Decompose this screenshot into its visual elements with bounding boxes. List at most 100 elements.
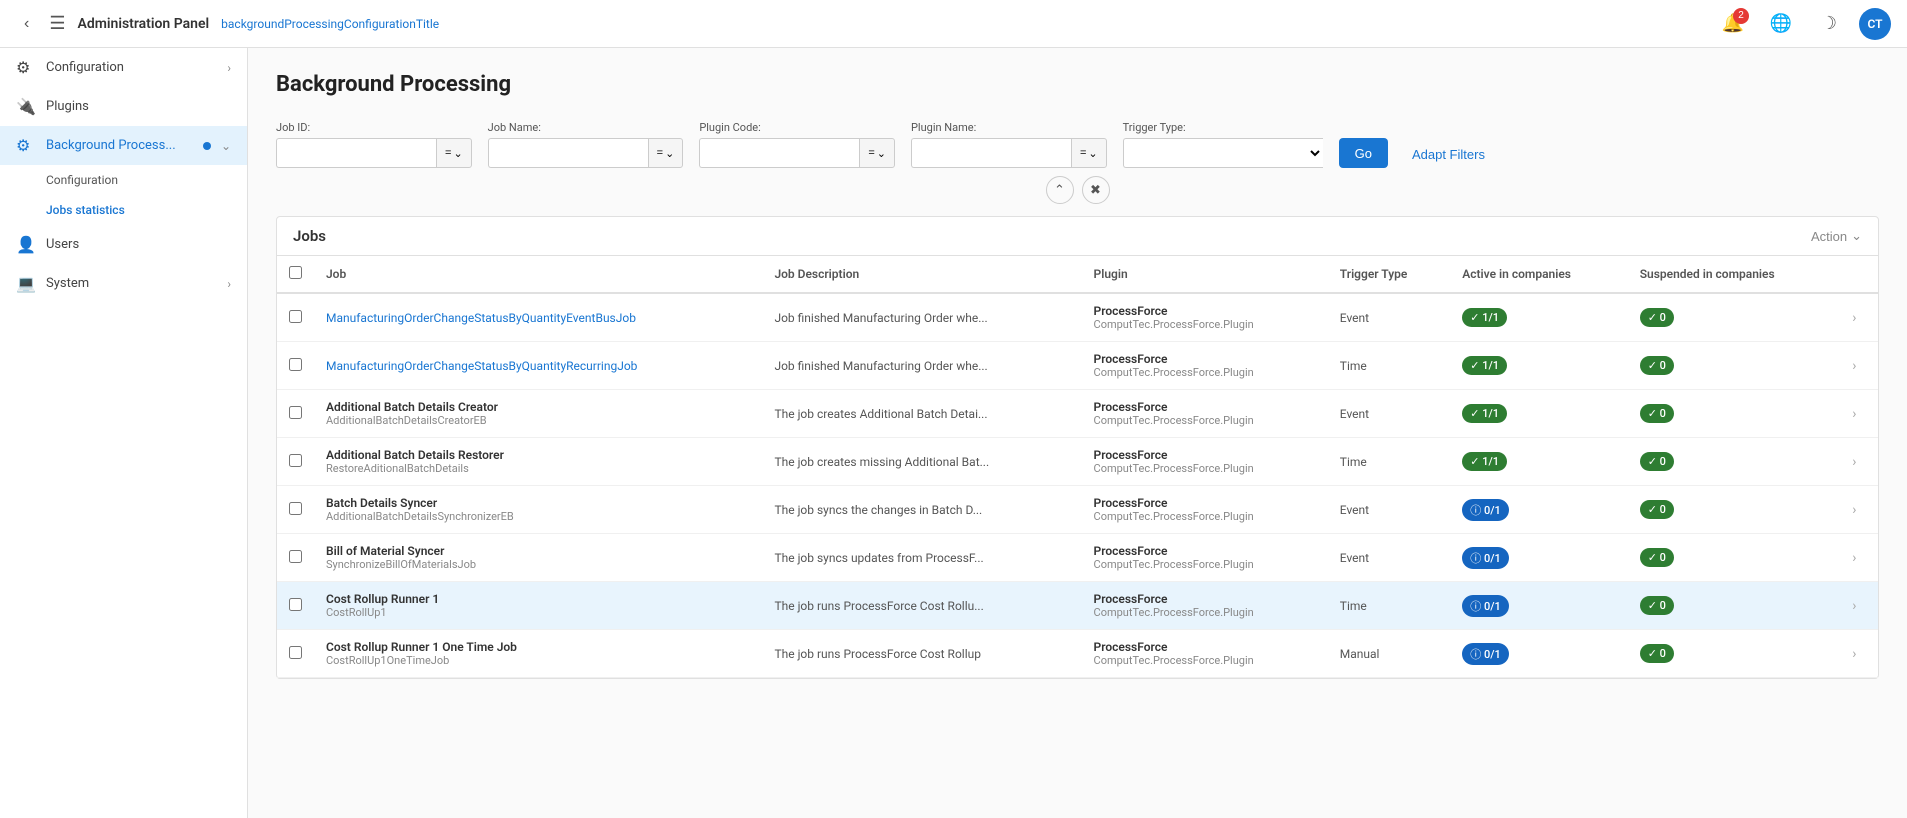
sidebar-item-background-process[interactable]: ⚙ Background Process... ⌄ — [0, 126, 247, 165]
plugins-icon: 🔌 — [16, 97, 36, 116]
row-checkbox[interactable] — [289, 550, 302, 563]
select-all-checkbox[interactable] — [289, 266, 302, 279]
sidebar-item-plugins[interactable]: 🔌 Plugins — [0, 87, 247, 126]
active-badge: ⓘ 0/1 — [1462, 595, 1509, 617]
collapse-filters-button[interactable]: ⌃ — [1046, 176, 1074, 204]
filter-trigger-type: Trigger Type: Event Time Manual — [1123, 121, 1323, 168]
chevron-down-icon: ⌄ — [665, 147, 674, 160]
plugin-code: ComputTec.ProcessForce.Plugin — [1094, 558, 1316, 571]
refresh-filters-button[interactable]: ✖ — [1082, 176, 1110, 204]
globe-icon: 🌐 — [1770, 13, 1792, 34]
row-arrow-icon[interactable]: › — [1852, 454, 1856, 470]
active-badge: ⓘ 0/1 — [1462, 547, 1509, 569]
row-arrow-icon[interactable]: › — [1852, 598, 1856, 614]
plugin-code: ComputTec.ProcessForce.Plugin — [1094, 606, 1316, 619]
row-arrow-icon[interactable]: › — [1852, 358, 1856, 374]
adapt-filters-button[interactable]: Adapt Filters — [1404, 141, 1493, 168]
row-arrow-icon[interactable]: › — [1852, 550, 1856, 566]
row-checkbox-cell — [277, 486, 314, 534]
sidebar-item-label: Background Process... — [46, 138, 189, 153]
cell-job: Bill of Material SyncerSynchronizeBillOf… — [314, 534, 762, 582]
trigger-type-select[interactable]: Event Time Manual — [1123, 138, 1323, 168]
active-badge: ✓ 1/1 — [1462, 356, 1507, 375]
active-dot — [203, 142, 211, 150]
active-badge: ✓ 1/1 — [1462, 452, 1507, 471]
plugin-name: ProcessForce — [1094, 400, 1316, 414]
plugin-name-op-button[interactable]: = ⌄ — [1071, 138, 1107, 168]
cell-trigger-type: Manual — [1328, 630, 1450, 678]
row-checkbox[interactable] — [289, 454, 302, 467]
active-badge: ✓ 1/1 — [1462, 404, 1507, 423]
notifications-button[interactable]: 🔔 2 — [1715, 6, 1751, 42]
job-id-op-button[interactable]: = ⌄ — [436, 138, 472, 168]
table-body: ManufacturingOrderChangeStatusByQuantity… — [277, 293, 1878, 678]
job-title: Batch Details Syncer — [326, 496, 750, 510]
suspended-badge: ✓ 0 — [1640, 404, 1674, 423]
chevron-right-icon: › — [227, 61, 231, 75]
filter-plugin-code: Plugin Code: = ⌄ — [699, 121, 895, 168]
theme-button[interactable]: ☽ — [1811, 6, 1847, 42]
table-header-row: Jobs Action ⌄ — [277, 217, 1878, 256]
job-name-op-button[interactable]: = ⌄ — [648, 138, 684, 168]
sidebar-item-system[interactable]: 💻 System › — [0, 264, 247, 303]
cell-arrow[interactable]: › — [1840, 342, 1878, 390]
action-button[interactable]: Action ⌄ — [1811, 228, 1862, 244]
row-checkbox[interactable] — [289, 598, 302, 611]
filter-plugin-name: Plugin Name: = ⌄ — [911, 121, 1107, 168]
table-row: ManufacturingOrderChangeStatusByQuantity… — [277, 342, 1878, 390]
globe-button[interactable]: 🌐 — [1763, 6, 1799, 42]
row-checkbox-cell — [277, 390, 314, 438]
jobs-table-section: Jobs Action ⌄ Job Job Description — [276, 216, 1879, 679]
row-checkbox[interactable] — [289, 406, 302, 419]
navbar-icons: 🔔 2 🌐 ☽ CT — [1715, 6, 1891, 42]
cell-arrow[interactable]: › — [1840, 486, 1878, 534]
content-area: Background Processing Job ID: = ⌄ Job Na… — [248, 48, 1907, 818]
row-arrow-icon[interactable]: › — [1852, 406, 1856, 422]
sidebar-item-configuration[interactable]: ⚙ Configuration › — [0, 48, 247, 87]
cell-arrow[interactable]: › — [1840, 438, 1878, 486]
sidebar-sub-item-jobs-statistics[interactable]: Jobs statistics — [46, 195, 247, 225]
col-plugin: Plugin — [1082, 256, 1328, 293]
sidebar-sub-item-configuration[interactable]: Configuration — [46, 165, 247, 195]
sidebar-item-users[interactable]: 👤 Users — [0, 225, 247, 264]
cell-job-description: The job creates Additional Batch Detai..… — [762, 390, 1081, 438]
row-checkbox[interactable] — [289, 502, 302, 515]
cell-arrow[interactable]: › — [1840, 390, 1878, 438]
cell-arrow[interactable]: › — [1840, 630, 1878, 678]
cell-arrow[interactable]: › — [1840, 582, 1878, 630]
row-arrow-icon[interactable]: › — [1852, 502, 1856, 518]
cell-active: ⓘ 0/1 — [1450, 630, 1627, 678]
menu-button[interactable]: ☰ — [49, 13, 65, 34]
cell-suspended: ✓ 0 — [1628, 390, 1841, 438]
cell-plugin: ProcessForceComputTec.ProcessForce.Plugi… — [1082, 582, 1328, 630]
cell-job-description: The job runs ProcessForce Cost Rollup — [762, 630, 1081, 678]
cell-job: Cost Rollup Runner 1CostRollUp1 — [314, 582, 762, 630]
row-checkbox[interactable] — [289, 646, 302, 659]
job-name-input[interactable] — [488, 138, 648, 168]
avatar[interactable]: CT — [1859, 8, 1891, 40]
row-checkbox-cell — [277, 438, 314, 486]
col-job: Job — [314, 256, 762, 293]
row-checkbox[interactable] — [289, 310, 302, 323]
plugin-code: ComputTec.ProcessForce.Plugin — [1094, 366, 1316, 379]
jobs-table: Job Job Description Plugin Trigger Type … — [277, 256, 1878, 678]
system-icon: 💻 — [16, 274, 36, 293]
plugin-name: ProcessForce — [1094, 304, 1316, 318]
row-arrow-icon[interactable]: › — [1852, 646, 1856, 662]
cell-arrow[interactable]: › — [1840, 293, 1878, 342]
go-button[interactable]: Go — [1339, 138, 1388, 168]
suspended-badge: ✓ 0 — [1640, 596, 1674, 615]
cell-active: ⓘ 0/1 — [1450, 534, 1627, 582]
row-arrow-icon[interactable]: › — [1852, 310, 1856, 326]
plugin-code-op-button[interactable]: = ⌄ — [859, 138, 895, 168]
job-code: RestoreAditionalBatchDetails — [326, 462, 750, 475]
cell-arrow[interactable]: › — [1840, 534, 1878, 582]
plugin-name-input[interactable] — [911, 138, 1071, 168]
chevron-down-icon: ⌄ — [221, 139, 231, 153]
cell-active: ✓ 1/1 — [1450, 390, 1627, 438]
job-id-input[interactable] — [276, 138, 436, 168]
back-button[interactable]: ‹ — [16, 11, 37, 37]
row-checkbox[interactable] — [289, 358, 302, 371]
plugin-code-input[interactable] — [699, 138, 859, 168]
cell-trigger-type: Event — [1328, 390, 1450, 438]
